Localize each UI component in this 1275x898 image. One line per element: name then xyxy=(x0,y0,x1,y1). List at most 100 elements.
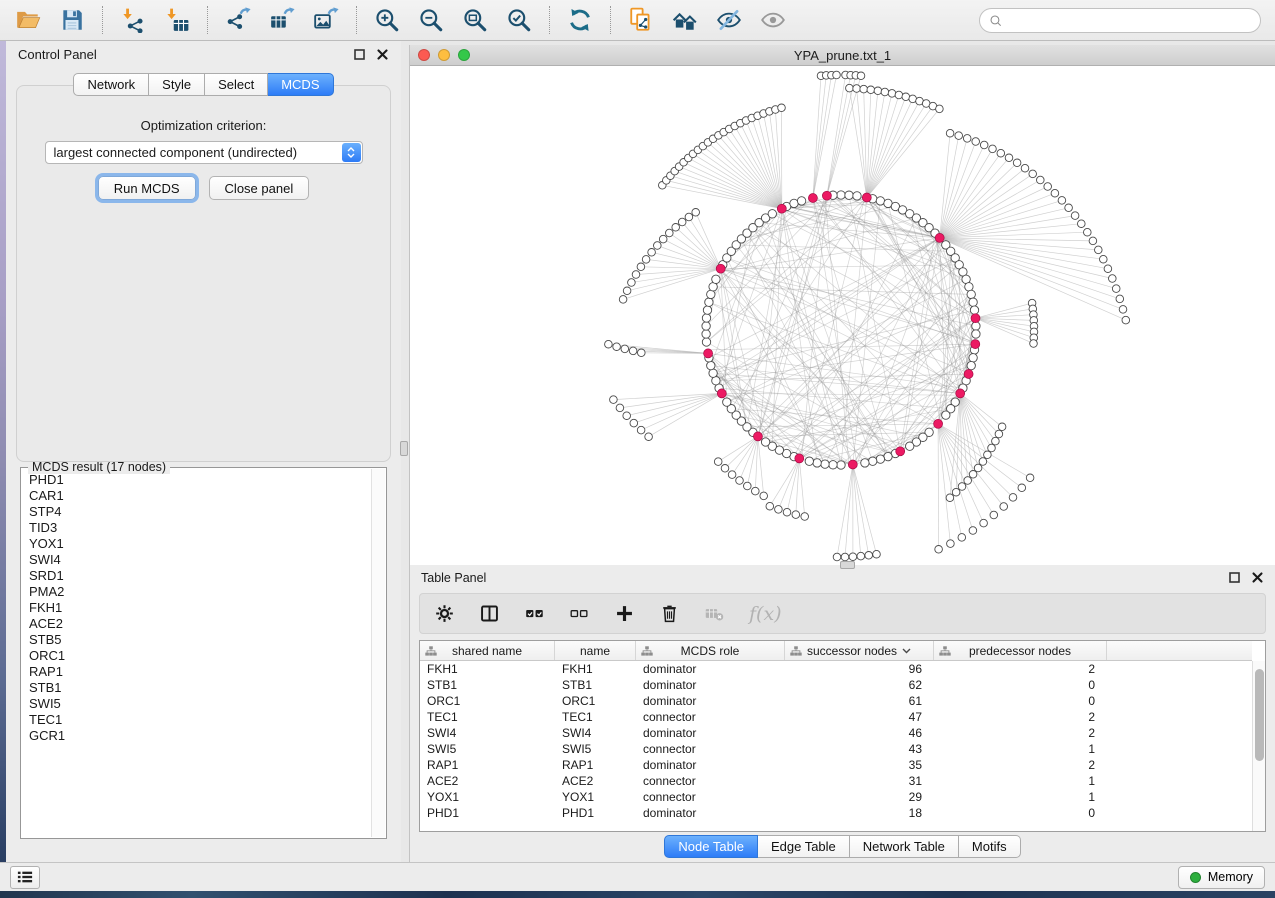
create-new-column-button[interactable] xyxy=(614,603,635,624)
optimization-criterion-select[interactable]: largest connected component (undirected) xyxy=(45,141,363,164)
tab-select[interactable]: Select xyxy=(205,73,268,96)
close-table-panel-button[interactable] xyxy=(1251,571,1264,584)
export-table-button[interactable] xyxy=(265,3,299,37)
mcds-result-item[interactable]: PHD1 xyxy=(22,472,370,488)
table-row[interactable]: SWI5SWI5connector431 xyxy=(420,741,1252,757)
vertical-splitter-handle[interactable] xyxy=(400,441,408,456)
control-panel-title: Control Panel xyxy=(18,47,97,62)
export-network-button[interactable] xyxy=(221,3,255,37)
tab-edge-table[interactable]: Edge Table xyxy=(758,835,850,858)
mcds-result-item[interactable]: FKH1 xyxy=(22,600,370,616)
export-image-button[interactable] xyxy=(309,3,343,37)
import-table-from-file-button[interactable] xyxy=(160,3,194,37)
tab-motifs[interactable]: Motifs xyxy=(959,835,1021,858)
open-session-button[interactable] xyxy=(11,3,45,37)
network-graph[interactable] xyxy=(410,66,1275,565)
refresh-view-button[interactable] xyxy=(563,3,597,37)
column-header-name[interactable]: name xyxy=(555,641,636,660)
split-panel-button[interactable] xyxy=(479,603,500,624)
mcds-result-item[interactable]: PMA2 xyxy=(22,584,370,600)
function-builder-icon: f(x) xyxy=(749,603,782,625)
cell-successor-nodes: 35 xyxy=(785,757,934,773)
column-type-icon xyxy=(790,646,802,656)
float-table-panel-button[interactable] xyxy=(1228,571,1241,584)
table-row[interactable]: FKH1FKH1dominator962 xyxy=(420,661,1252,677)
zoom-in-button[interactable] xyxy=(370,3,404,37)
close-panel-button[interactable] xyxy=(376,48,389,61)
delete-columns-button[interactable] xyxy=(659,603,680,624)
column-header-shared-name[interactable]: shared name xyxy=(420,641,555,660)
show-first-neighbors-button[interactable] xyxy=(668,3,702,37)
cell-shared-name: SWI4 xyxy=(420,725,555,741)
fan-leaf-nodes[interactable] xyxy=(605,71,1130,561)
tab-style[interactable]: Style xyxy=(149,73,205,96)
mcds-result-item[interactable]: ORC1 xyxy=(22,648,370,664)
import-network-from-file-button[interactable] xyxy=(116,3,150,37)
control-panel: Control Panel NetworkStyleSelectMCDS Opt… xyxy=(6,41,401,862)
mcds-result-item[interactable]: STB5 xyxy=(22,632,370,648)
mcds-result-list[interactable]: PHD1CAR1STP4TID3YOX1SWI4SRD1PMA2FKH1ACE2… xyxy=(22,472,370,837)
tab-network[interactable]: Network xyxy=(73,73,149,96)
mcds-result-item[interactable]: YOX1 xyxy=(22,536,370,552)
close-mcds-panel-button[interactable]: Close panel xyxy=(209,176,310,200)
optimization-criterion-label: Optimization criterion: xyxy=(17,118,390,133)
hide-selected-button[interactable] xyxy=(712,3,746,37)
zoom-out-button[interactable] xyxy=(414,3,448,37)
column-label: name xyxy=(580,644,610,658)
mcds-result-item[interactable]: TID3 xyxy=(22,520,370,536)
select-all-rows-button[interactable] xyxy=(524,603,545,624)
column-header-successor-nodes[interactable]: successor nodes xyxy=(785,641,934,660)
table-toolbar: f(x) xyxy=(419,593,1266,634)
mcds-tab-content: Optimization criterion: largest connecte… xyxy=(16,85,391,462)
horizontal-splitter-handle[interactable] xyxy=(840,561,855,569)
mcds-result-item[interactable]: SWI4 xyxy=(22,552,370,568)
float-panel-button[interactable] xyxy=(353,48,366,61)
table-row[interactable]: RAP1RAP1dominator352 xyxy=(420,757,1252,773)
traffic-light-green[interactable] xyxy=(458,49,470,61)
mcds-result-item[interactable]: SRD1 xyxy=(22,568,370,584)
traffic-light-red[interactable] xyxy=(418,49,430,61)
show-all-nodes-edges-button[interactable] xyxy=(756,3,790,37)
traffic-light-yellow[interactable] xyxy=(438,49,450,61)
tab-node-table[interactable]: Node Table xyxy=(664,835,758,858)
save-session-button[interactable] xyxy=(55,3,89,37)
search-box[interactable] xyxy=(979,8,1261,33)
table-row[interactable]: STB1STB1dominator620 xyxy=(420,677,1252,693)
tab-mcds[interactable]: MCDS xyxy=(268,73,333,96)
mcds-result-item[interactable]: CAR1 xyxy=(22,488,370,504)
table-row[interactable]: PHD1PHD1dominator180 xyxy=(420,805,1252,821)
tab-network-table[interactable]: Network Table xyxy=(850,835,959,858)
deselect-all-rows-button[interactable] xyxy=(569,603,590,624)
column-header-predecessor-nodes[interactable]: predecessor nodes xyxy=(934,641,1107,660)
zoom-fit-content-button[interactable] xyxy=(458,3,492,37)
search-input[interactable] xyxy=(1009,12,1251,29)
run-mcds-button[interactable]: Run MCDS xyxy=(98,176,196,200)
mcds-result-item[interactable]: GCR1 xyxy=(22,728,370,744)
table-mode-settings-button[interactable] xyxy=(434,603,455,624)
table-row[interactable]: SWI4SWI4dominator462 xyxy=(420,725,1252,741)
mcds-result-item[interactable]: STB1 xyxy=(22,680,370,696)
mcds-result-item[interactable]: ACE2 xyxy=(22,616,370,632)
table-row[interactable]: ORC1ORC1dominator610 xyxy=(420,693,1252,709)
task-history-button[interactable] xyxy=(10,866,40,889)
mcds-result-item[interactable]: STP4 xyxy=(22,504,370,520)
table-row[interactable]: YOX1YOX1connector291 xyxy=(420,789,1252,805)
zoom-selected-region-button[interactable] xyxy=(502,3,536,37)
column-header-mcds-role[interactable]: MCDS role xyxy=(636,641,785,660)
table-scrollbar[interactable] xyxy=(1252,661,1265,831)
table-scrollbar-thumb[interactable] xyxy=(1255,669,1264,761)
cell-successor-nodes: 61 xyxy=(785,693,934,709)
cell-predecessor-nodes: 0 xyxy=(934,805,1107,821)
cell-successor-nodes: 43 xyxy=(785,741,934,757)
mcds-result-scrollbar[interactable] xyxy=(371,469,385,837)
column-label: shared name xyxy=(452,644,522,658)
network-canvas[interactable] xyxy=(410,66,1275,565)
memory-button[interactable]: Memory xyxy=(1178,866,1265,889)
table-row[interactable]: ACE2ACE2connector311 xyxy=(420,773,1252,789)
table-row[interactable]: TEC1TEC1connector472 xyxy=(420,709,1252,725)
mcds-result-box: MCDS result (17 nodes) PHD1CAR1STP4TID3Y… xyxy=(20,467,387,839)
mcds-result-item[interactable]: TEC1 xyxy=(22,712,370,728)
mcds-result-item[interactable]: SWI5 xyxy=(22,696,370,712)
mcds-result-item[interactable]: RAP1 xyxy=(22,664,370,680)
duplicate-network-view-button[interactable] xyxy=(624,3,658,37)
